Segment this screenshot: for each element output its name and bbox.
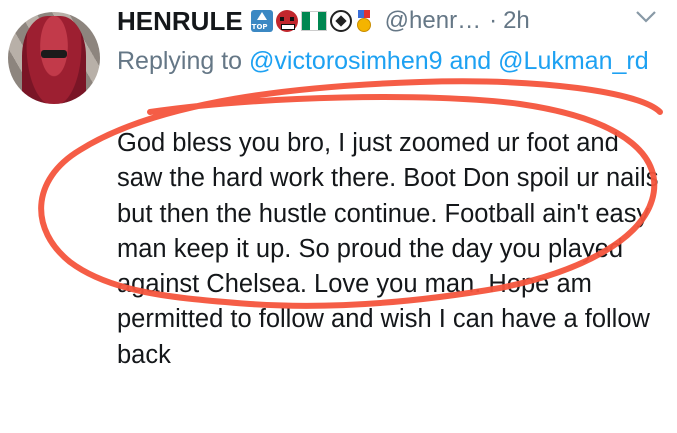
replying-and: and (449, 47, 492, 75)
nigeria-flag-icon (300, 11, 327, 31)
mention-link[interactable]: @Lukman_rd (498, 47, 648, 75)
timestamp[interactable]: 2h (503, 7, 530, 35)
ogre-icon (275, 10, 298, 32)
author-handle[interactable]: @henr… (385, 7, 481, 35)
avatar-eyes (41, 50, 67, 58)
replying-to: Replying to @victorosimhen9 and @Lukman_… (117, 44, 677, 79)
replying-prefix: Replying to (117, 47, 243, 75)
chevron-down-icon[interactable] (634, 6, 658, 26)
tweet-header: HENRULE @henr… · 2h (117, 4, 677, 38)
top-arrow-icon (250, 10, 273, 32)
soccer-ball-icon (329, 10, 352, 32)
medal-icon (355, 10, 373, 32)
author-name[interactable]: HENRULE (117, 6, 243, 37)
header-separator: · (489, 7, 498, 34)
avatar-figure (22, 16, 86, 104)
tweet-body: God bless you bro, I just zoomed ur foot… (117, 129, 659, 369)
name-emojis (250, 10, 373, 32)
mention-link[interactable]: @victorosimhen9 (249, 47, 443, 75)
avatar[interactable] (8, 12, 100, 104)
